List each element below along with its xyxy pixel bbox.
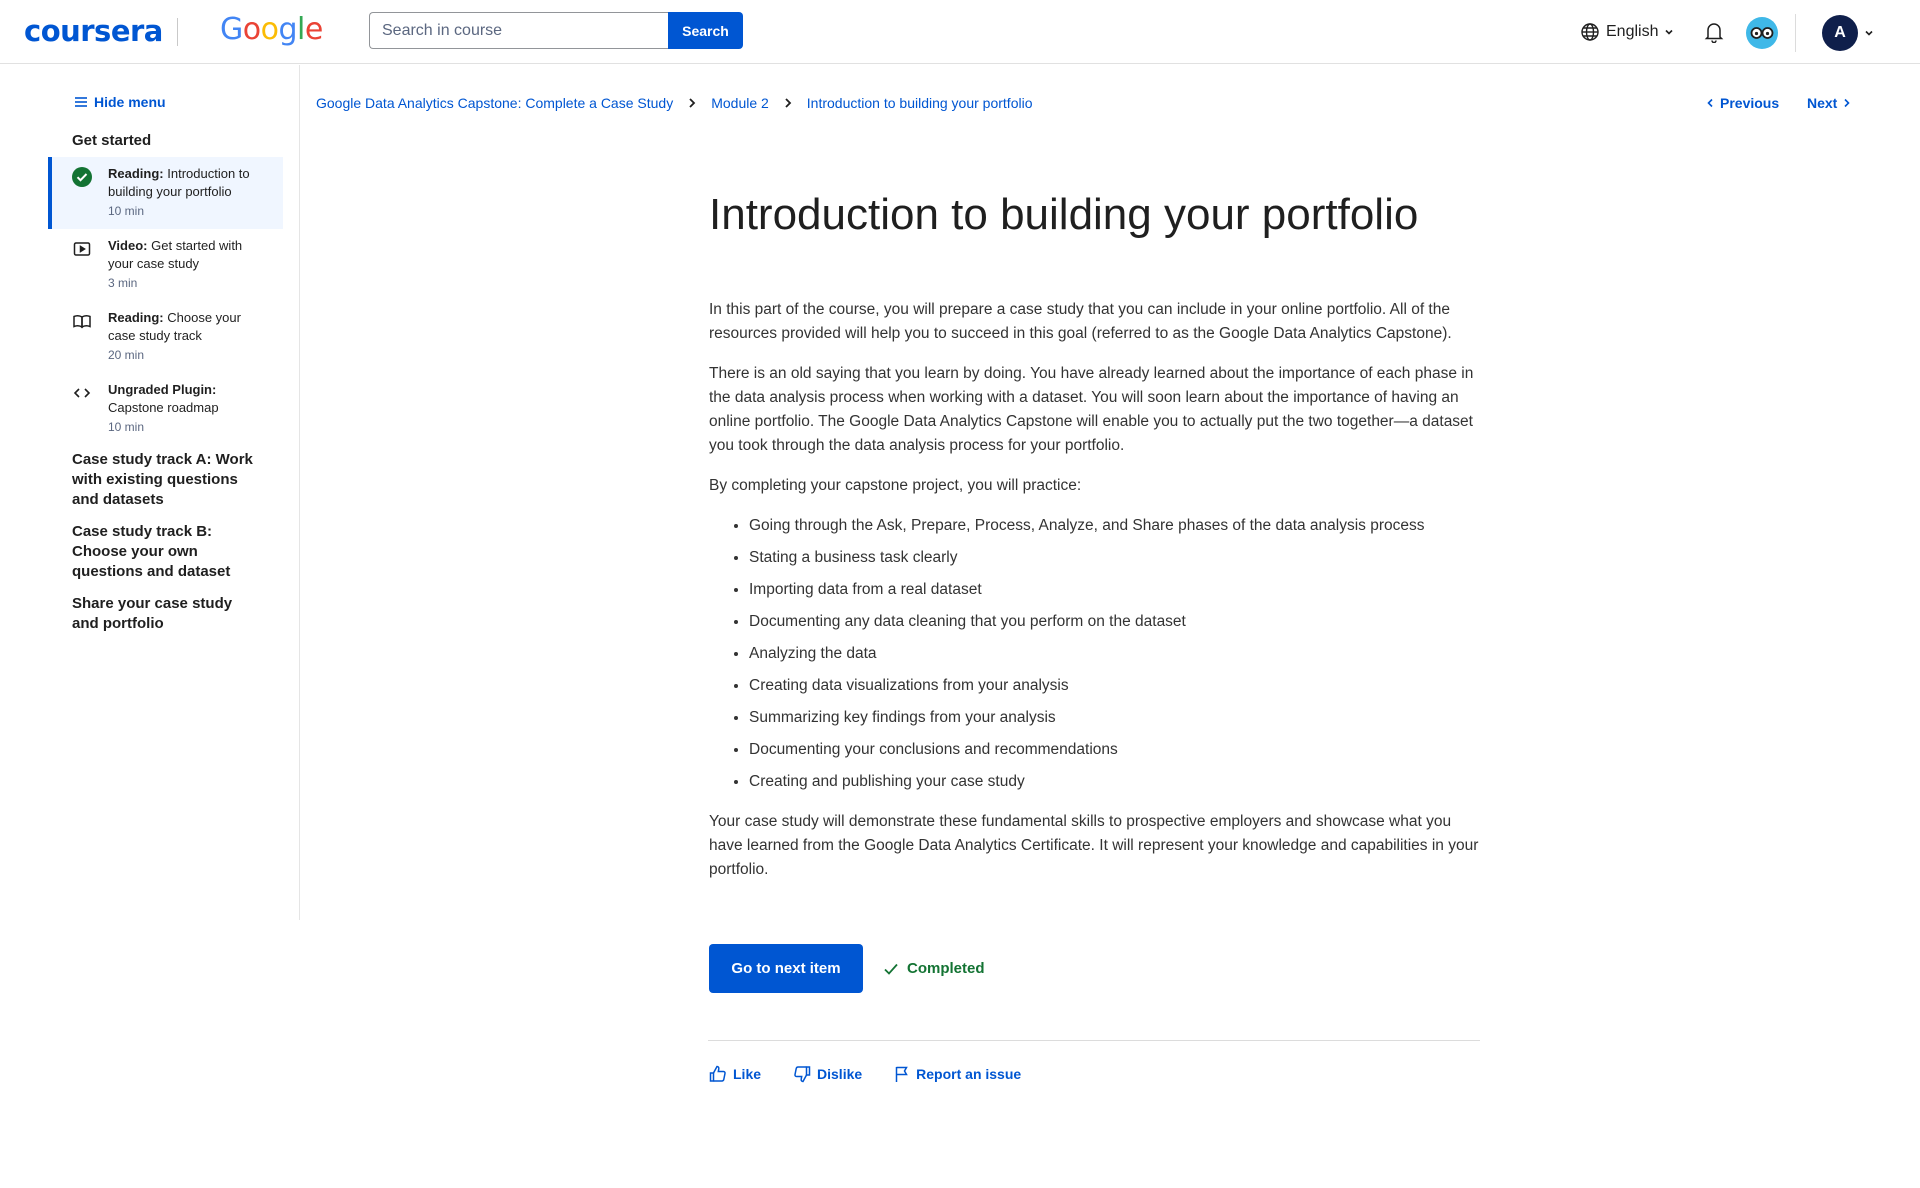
- section-get-started[interactable]: Get started: [72, 131, 262, 151]
- dislike-button[interactable]: Dislike: [793, 1065, 862, 1083]
- avatar[interactable]: A: [1822, 15, 1858, 51]
- sidebar-item-choose-track[interactable]: Reading: Choose your case study track 20…: [48, 301, 283, 373]
- chevron-right-icon: [687, 97, 697, 109]
- section-track-a[interactable]: Case study track A: Work with existing q…: [72, 450, 262, 510]
- check-circle-icon: [72, 167, 92, 187]
- like-button[interactable]: Like: [709, 1065, 761, 1083]
- list-item: Analyzing the data: [749, 642, 1479, 666]
- coursera-logo[interactable]: coursera: [24, 14, 163, 48]
- paragraph: Your case study will demonstrate these f…: [709, 813, 1479, 878]
- globe-icon: [1581, 23, 1599, 41]
- paragraph: By completing your capstone project, you…: [709, 477, 1082, 494]
- book-icon: [73, 315, 91, 329]
- flag-icon: [895, 1066, 908, 1082]
- list-item: Creating and publishing your case study: [749, 770, 1479, 794]
- sidebar-item-duration: 3 min: [108, 276, 138, 290]
- paragraph: There is an old saying that you learn by…: [709, 365, 1474, 454]
- sidebar-item-get-started-video[interactable]: Video: Get started with your case study …: [48, 229, 283, 301]
- reading-content: Introduction to building your portfolio …: [709, 180, 1479, 882]
- sidebar-item-text: Ungraded Plugin: Capstone roadmap: [108, 382, 219, 415]
- section-track-b[interactable]: Case study track B: Choose your own ques…: [72, 522, 262, 582]
- logo-divider: [177, 18, 178, 46]
- chevron-right-icon: [783, 97, 793, 109]
- breadcrumb-item[interactable]: Introduction to building your portfolio: [807, 95, 1033, 111]
- list-item: Going through the Ask, Prepare, Process,…: [749, 514, 1479, 538]
- header-separator: [1795, 14, 1796, 52]
- course-sidebar: Hide menu Get started Reading: Introduct…: [0, 65, 300, 920]
- chevron-right-icon: [1844, 98, 1850, 108]
- breadcrumb-module[interactable]: Module 2: [711, 95, 769, 111]
- chevron-left-icon: [1707, 98, 1713, 108]
- report-issue-button[interactable]: Report an issue: [894, 1065, 1021, 1083]
- content-divider: [708, 1040, 1480, 1041]
- search-input[interactable]: [369, 12, 669, 49]
- google-logo[interactable]: Google: [220, 12, 323, 47]
- code-icon: [73, 388, 91, 398]
- section-share-case-study[interactable]: Share your case study and portfolio: [72, 594, 262, 634]
- language-selector[interactable]: English: [1580, 22, 1674, 42]
- thumbs-up-icon: [709, 1065, 726, 1082]
- notifications-button[interactable]: [1704, 21, 1724, 48]
- chevron-down-icon: [1665, 29, 1674, 35]
- list-item: Documenting your conclusions and recomme…: [749, 738, 1479, 762]
- top-header: coursera Google Search English A: [0, 0, 1920, 64]
- go-to-next-item-button[interactable]: Go to next item: [709, 944, 863, 993]
- list-item: Creating data visualizations from your a…: [749, 674, 1479, 698]
- practice-list: Going through the Ask, Prepare, Process,…: [709, 514, 1479, 794]
- hide-menu-label: Hide menu: [94, 94, 166, 110]
- list-item: Documenting any data cleaning that you p…: [749, 610, 1479, 634]
- sidebar-item-text: Video: Get started with your case study: [108, 238, 243, 271]
- paragraph: In this part of the course, you will pre…: [709, 301, 1452, 342]
- list-item: Importing data from a real dataset: [749, 578, 1479, 602]
- checkmark-icon: [884, 963, 898, 975]
- sidebar-item-duration: 20 min: [108, 348, 145, 362]
- list-item: Summarizing key findings from your analy…: [749, 706, 1479, 730]
- language-label: English: [1606, 23, 1659, 40]
- sidebar-item-duration: 10 min: [108, 204, 145, 218]
- search-button[interactable]: Search: [668, 12, 743, 49]
- sidebar-item-duration: 10 min: [108, 420, 145, 434]
- feedback-bar: Like Dislike Report an issue: [709, 1065, 1021, 1083]
- thumbs-down-icon: [794, 1066, 811, 1083]
- sidebar-item-text: Reading: Choose your case study track: [108, 310, 241, 343]
- play-icon: [73, 242, 91, 256]
- sidebar-item-intro-portfolio[interactable]: Reading: Introduction to building your p…: [48, 157, 283, 229]
- item-actions: Go to next item Completed: [709, 944, 985, 993]
- completed-status: Completed: [883, 960, 985, 977]
- breadcrumb: Google Data Analytics Capstone: Complete…: [316, 95, 1033, 111]
- sidebar-item-capstone-roadmap[interactable]: Ungraded Plugin: Capstone roadmap 10 min: [48, 373, 283, 445]
- next-button[interactable]: Next: [1807, 95, 1851, 111]
- list-item: Stating a business task clearly: [749, 546, 1479, 570]
- previous-button[interactable]: Previous: [1706, 95, 1779, 111]
- hide-menu-button[interactable]: Hide menu: [74, 94, 166, 110]
- breadcrumb-course[interactable]: Google Data Analytics Capstone: Complete…: [316, 95, 673, 111]
- menu-icon: [75, 97, 87, 107]
- bell-icon: [1704, 23, 1724, 44]
- page-title: Introduction to building your portfolio: [709, 190, 1419, 239]
- coach-mascot-icon[interactable]: [1746, 17, 1778, 49]
- chevron-down-icon[interactable]: [1864, 28, 1874, 38]
- sidebar-item-text: Reading: Introduction to building your p…: [108, 166, 250, 199]
